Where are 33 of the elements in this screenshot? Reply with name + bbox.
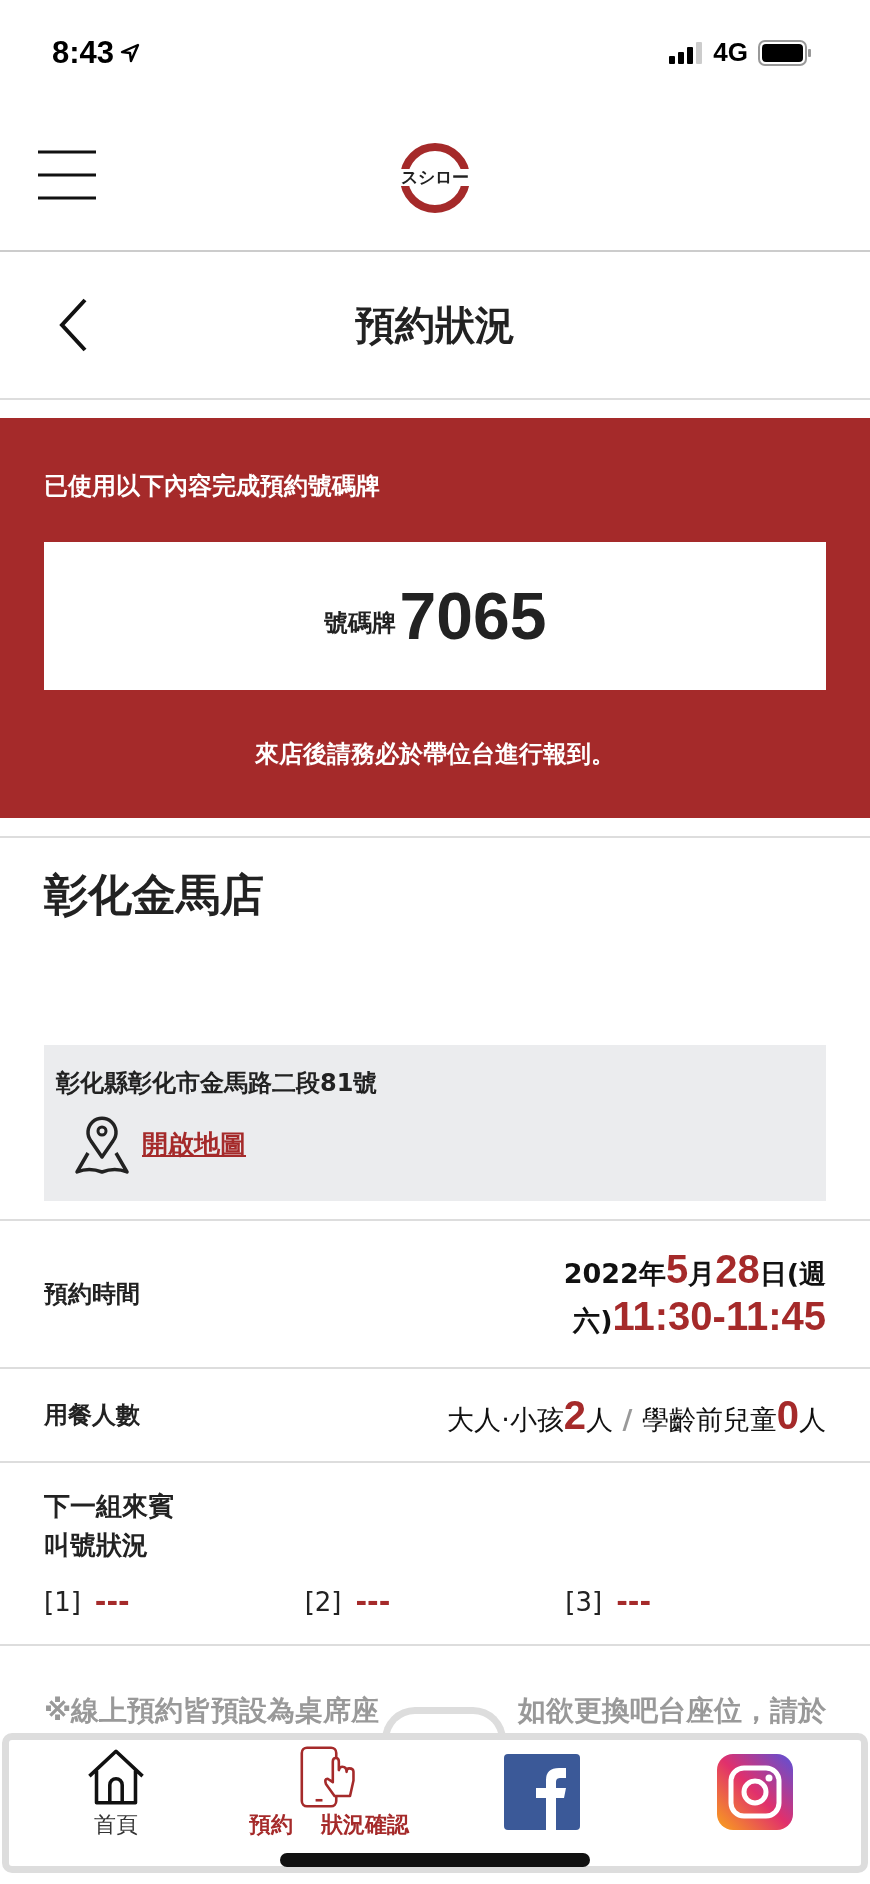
queue-slot-value: --- bbox=[355, 1585, 391, 1618]
ticket-number: 7065 bbox=[399, 578, 547, 654]
page-title: 預約狀況 bbox=[355, 300, 515, 350]
queue-slot-number: [2] bbox=[304, 1586, 342, 1617]
queue-label: 下一組來賓 bbox=[44, 1490, 175, 1523]
store-address: 彰化縣彰化市金馬路二段81號 bbox=[56, 1068, 379, 1099]
detail-label: 預約時間 bbox=[44, 1279, 140, 1310]
queue-label: 叫號狀況 bbox=[44, 1529, 149, 1562]
notice-text: ※線上預約皆預設為桌席座 bbox=[44, 1693, 380, 1729]
phone-tap-icon bbox=[300, 1746, 357, 1808]
detail-label: 用餐人數 bbox=[44, 1400, 140, 1431]
signal-icon bbox=[669, 41, 704, 64]
battery-icon bbox=[758, 39, 812, 66]
network-type: 4G bbox=[713, 37, 748, 68]
queue-slot-number: [1] bbox=[44, 1586, 81, 1617]
instagram-icon[interactable] bbox=[716, 1754, 793, 1830]
location-arrow-icon bbox=[120, 42, 141, 63]
notice-text: 如欲更換吧台座位，請於 bbox=[518, 1693, 826, 1729]
detail-value: 大人·小孩2人 / 學齡前兒童0人 bbox=[447, 1392, 826, 1438]
queue-slot-number: [3] bbox=[565, 1586, 603, 1617]
open-map-link[interactable]: 開啟地圖 bbox=[142, 1126, 246, 1162]
queue-slot-value: --- bbox=[616, 1585, 652, 1618]
facebook-icon[interactable] bbox=[503, 1754, 580, 1830]
confirmation-heading: 已使用以下內容完成預約號碼牌 bbox=[44, 471, 381, 502]
detail-value: 2022年5月 28日(週六)11:30-11:45 bbox=[562, 1246, 826, 1340]
ticket-label: 號碼牌 bbox=[323, 608, 396, 639]
queue-slot-value: --- bbox=[94, 1585, 130, 1618]
check-in-note: 來店後請務必於帶位台進行報到。 bbox=[254, 739, 616, 770]
clock-time: 8:43 bbox=[52, 34, 115, 71]
store-name: 彰化金馬店 bbox=[44, 868, 265, 922]
nav-item[interactable]: 首頁 bbox=[9, 1740, 222, 1840]
logo[interactable]: スシロー bbox=[399, 141, 471, 214]
nav-item[interactable]: 預約 狀況確認 bbox=[222, 1740, 435, 1840]
